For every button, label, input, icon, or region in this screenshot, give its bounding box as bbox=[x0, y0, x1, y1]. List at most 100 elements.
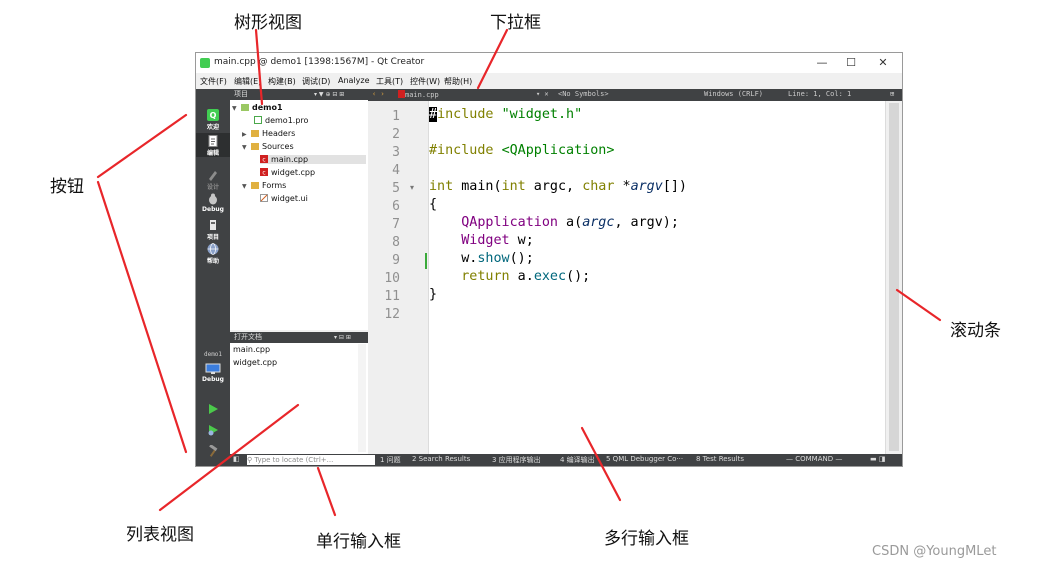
cpp-file-icon: c bbox=[260, 155, 268, 163]
run-button[interactable] bbox=[196, 403, 230, 416]
tree-item-sources[interactable]: ▼ Sources bbox=[242, 142, 294, 151]
open-doc-widget-cpp[interactable]: widget.cpp bbox=[233, 358, 358, 367]
panel-dropdown-icon[interactable]: ▾ ▼ ⊕ ⊟ ⊞ bbox=[314, 89, 344, 100]
code-line: w.show(); bbox=[429, 251, 534, 266]
split-icon[interactable]: ⊞ bbox=[890, 90, 894, 98]
kit-selector-button[interactable]: Debug bbox=[196, 363, 230, 383]
code-editor-text-area[interactable]: #include "widget.h" #include <QApplicati… bbox=[429, 101, 885, 454]
tree-item-demo1-pro[interactable]: demo1.pro bbox=[254, 116, 308, 125]
menu-tools[interactable]: 工具(T) bbox=[376, 76, 403, 87]
monitor-icon bbox=[205, 363, 221, 374]
search-icon: ⚲ bbox=[247, 456, 253, 464]
encoding-dropdown[interactable]: Windows (CRLF) bbox=[704, 90, 763, 98]
headers-folder-icon bbox=[251, 130, 259, 137]
menu-build[interactable]: 构建(B) bbox=[268, 76, 296, 87]
line-number: 10 bbox=[384, 271, 400, 286]
scrollbar-thumb[interactable] bbox=[889, 103, 899, 451]
menu-analyze[interactable]: Analyze bbox=[338, 76, 370, 85]
project-wrench-icon bbox=[210, 220, 216, 230]
qt-logo-icon: Q bbox=[207, 109, 219, 121]
code-line: QApplication a(argc, argv); bbox=[461, 215, 679, 230]
project-panel-title: 项目 bbox=[234, 90, 248, 98]
callout-scrollbar: 滚动条 bbox=[950, 321, 1001, 341]
maximize-button[interactable]: ☐ bbox=[836, 55, 866, 71]
panel-toggle-icon[interactable]: ▬ ◨ bbox=[870, 455, 885, 463]
callout-line-edit: 单行输入框 bbox=[316, 532, 401, 552]
code-line: #include "widget.h" bbox=[429, 107, 583, 122]
mode-selector: Q 欢迎 编辑 设计 Debug 项目 帮助 demo1 Debug bbox=[196, 89, 230, 466]
qt-creator-window: main.cpp @ demo1 [1398:1567M] - Qt Creat… bbox=[195, 52, 903, 467]
tree-item-widget-ui[interactable]: widget.ui bbox=[260, 194, 308, 203]
qt-creator-app-icon bbox=[200, 58, 210, 68]
close-button[interactable]: ✕ bbox=[868, 55, 898, 71]
build-button[interactable] bbox=[196, 445, 230, 458]
window-title: main.cpp @ demo1 [1398:1567M] - Qt Creat… bbox=[214, 57, 425, 67]
pane-issues-tab[interactable]: 1 问题 bbox=[380, 455, 401, 465]
mode-projects-button[interactable]: 项目 bbox=[196, 219, 230, 241]
chevron-down-icon[interactable]: ▼ bbox=[232, 105, 241, 112]
docs-scrollbar[interactable] bbox=[358, 344, 366, 452]
pane-test-results-tab[interactable]: 8 Test Results bbox=[696, 455, 744, 463]
mode-help-button[interactable]: 帮助 bbox=[196, 243, 230, 265]
panel-dropdown-icon[interactable]: ▾ ⊟ ⊞ bbox=[334, 332, 351, 343]
menu-help[interactable]: 帮助(H) bbox=[444, 76, 472, 87]
symbols-dropdown[interactable]: <No Symbols> bbox=[558, 90, 609, 98]
fold-marker-icon[interactable]: ▾ bbox=[410, 183, 414, 192]
close-file-icon[interactable]: ▾ ✕ bbox=[536, 90, 549, 98]
line-number: 11 bbox=[384, 289, 400, 304]
pane-search-results-tab[interactable]: 2 Search Results bbox=[412, 455, 470, 463]
code-line: return a.exec(); bbox=[461, 269, 591, 284]
svg-text:c: c bbox=[262, 170, 265, 177]
mode-edit-button[interactable]: 编辑 bbox=[196, 133, 230, 157]
arrow-line-edit bbox=[316, 466, 337, 517]
svg-text:Q: Q bbox=[210, 111, 217, 120]
menu-widgets[interactable]: 控件(W) bbox=[410, 76, 440, 87]
watermark: CSDN @YoungMLet bbox=[872, 544, 997, 559]
callout-dropdown: 下拉框 bbox=[490, 13, 541, 33]
chevron-right-icon[interactable]: ▶ bbox=[242, 131, 251, 138]
tree-item-demo1[interactable]: ▼ demo1 bbox=[232, 103, 283, 112]
menu-debug[interactable]: 调试(D) bbox=[302, 76, 330, 87]
line-number: 9 bbox=[392, 253, 400, 268]
debug-bug-icon bbox=[209, 193, 217, 205]
help-globe-icon bbox=[207, 243, 219, 255]
menu-edit[interactable]: 编辑(E) bbox=[234, 76, 261, 87]
hammer-icon bbox=[209, 445, 218, 457]
line-number-gutter: 1 2 3 4 5 ▾ 6 7 8 9 10 11 12 bbox=[368, 101, 429, 454]
file-dropdown[interactable]: main.cpp bbox=[398, 90, 439, 99]
cpp-file-icon: c bbox=[260, 168, 268, 176]
debug-play-icon bbox=[208, 425, 218, 436]
cursor-position[interactable]: Line: 1, Col: 1 bbox=[788, 90, 851, 98]
tree-item-headers[interactable]: ▶ Headers bbox=[242, 129, 295, 138]
open-doc-main-cpp[interactable]: main.cpp bbox=[233, 345, 358, 354]
mode-design-button[interactable]: 设计 bbox=[196, 169, 230, 191]
code-line: { bbox=[429, 197, 438, 212]
modified-line-marker bbox=[425, 253, 427, 269]
mode-debug-button[interactable]: Debug bbox=[196, 193, 230, 213]
tree-item-main-cpp[interactable]: c main.cpp bbox=[260, 155, 366, 164]
tree-item-forms[interactable]: ▼ Forms bbox=[242, 181, 286, 190]
cpp-file-icon bbox=[398, 90, 405, 98]
editor-vertical-scrollbar[interactable] bbox=[885, 101, 902, 454]
nav-back-icon[interactable]: ‹ › bbox=[372, 90, 385, 98]
mode-welcome-button[interactable]: Q 欢迎 bbox=[196, 109, 230, 131]
chevron-down-icon[interactable]: ▼ bbox=[242, 144, 251, 151]
project-folder-icon bbox=[241, 104, 249, 111]
pane-compile-output-tab[interactable]: 4 编译输出 bbox=[560, 455, 595, 465]
debug-run-button[interactable] bbox=[196, 424, 230, 437]
ui-file-icon bbox=[260, 194, 268, 202]
play-icon bbox=[209, 404, 218, 414]
locator-line-edit[interactable]: ⚲ Type to locate (Ctrl+... bbox=[247, 455, 375, 465]
chevron-down-icon[interactable]: ▼ bbox=[242, 183, 251, 190]
pane-qml-debugger-tab[interactable]: 5 QML Debugger Co··· bbox=[606, 455, 683, 463]
menu-file[interactable]: 文件(F) bbox=[200, 76, 227, 87]
open-docs-header: 打开文档 ▾ ⊟ ⊞ bbox=[230, 332, 368, 343]
minimize-button[interactable]: — bbox=[807, 55, 837, 71]
arrow-button-top bbox=[96, 113, 188, 179]
tree-item-widget-cpp[interactable]: c widget.cpp bbox=[260, 168, 315, 177]
pane-app-output-tab[interactable]: 3 应用程序输出 bbox=[492, 455, 541, 465]
sources-folder-icon bbox=[251, 143, 259, 150]
kit-label: demo1 bbox=[203, 351, 223, 358]
line-number: 7 bbox=[392, 217, 400, 232]
toggle-sidebar-icon[interactable]: ◧ bbox=[233, 455, 240, 463]
